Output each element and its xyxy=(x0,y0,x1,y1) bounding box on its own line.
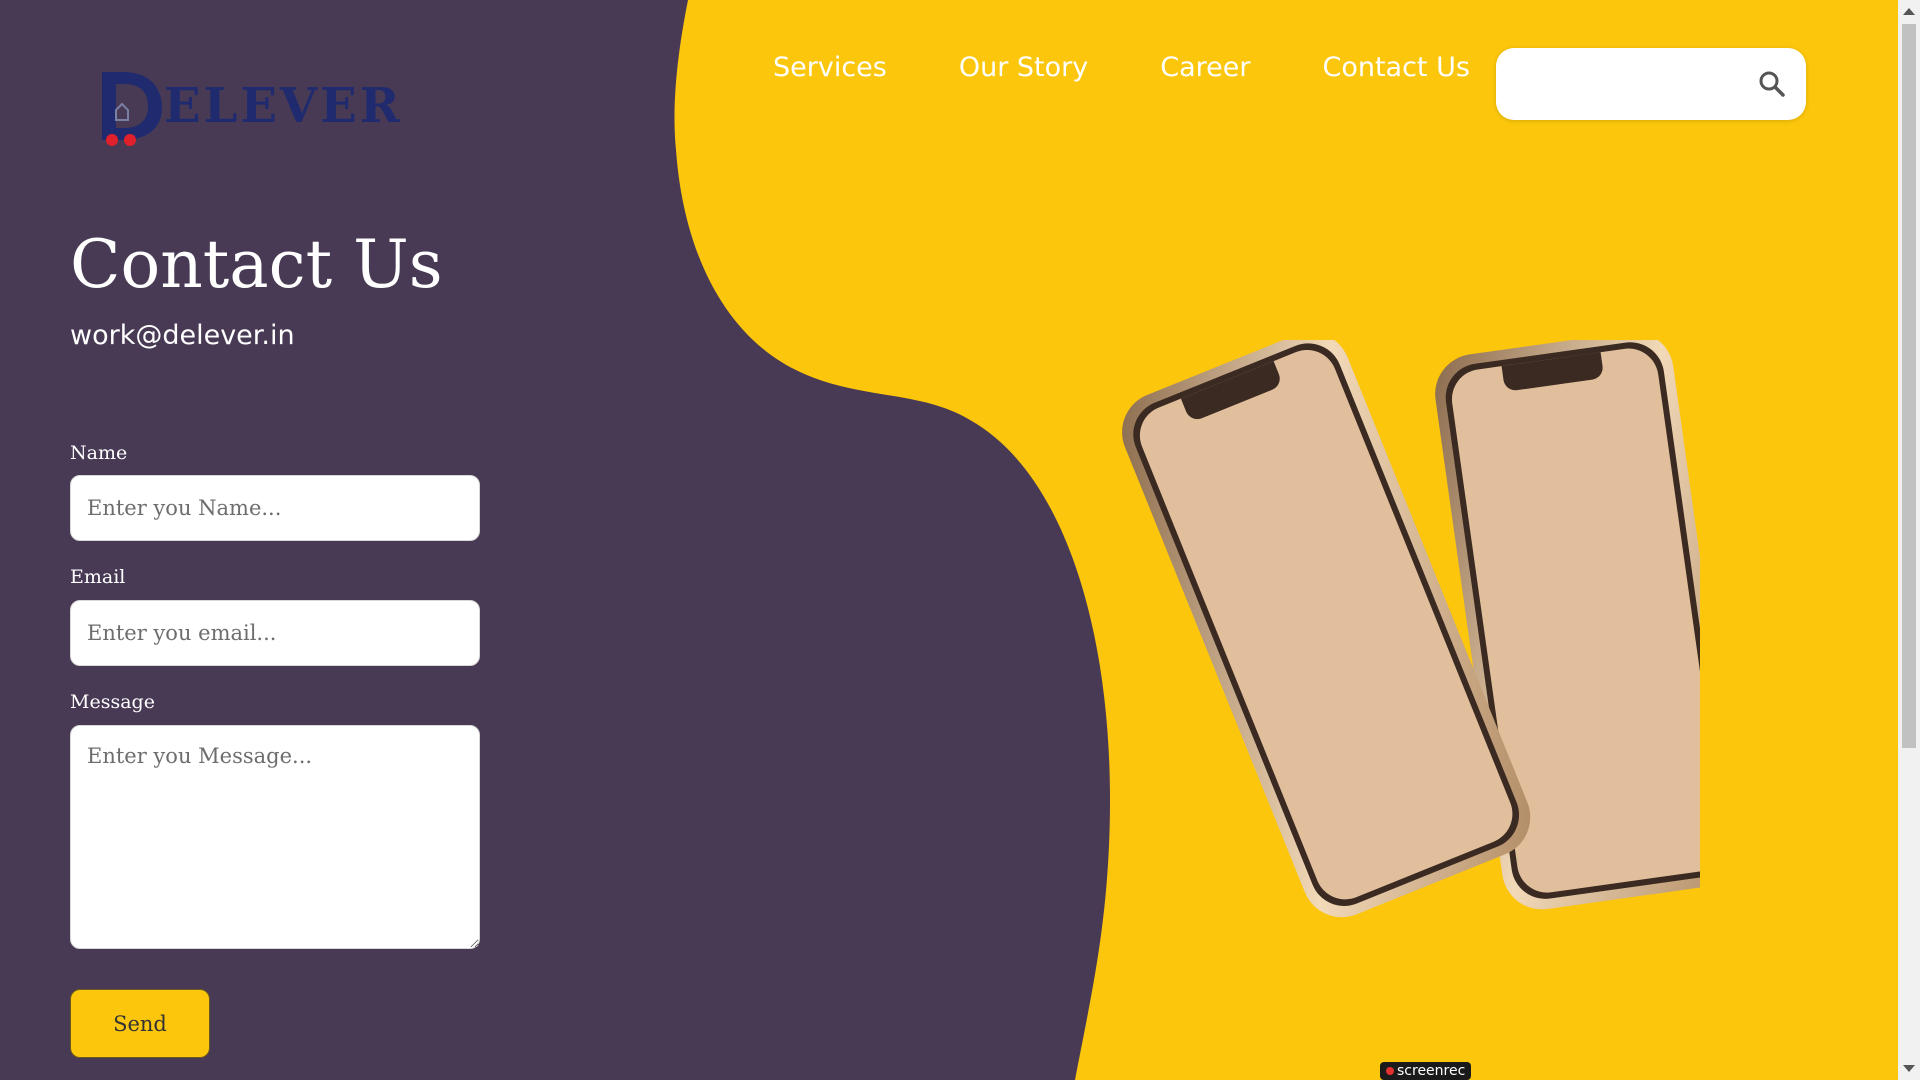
scroll-down-icon[interactable] xyxy=(1903,1065,1915,1072)
nav-our-story[interactable]: Our Story xyxy=(959,52,1088,83)
search-icon[interactable] xyxy=(1758,70,1786,98)
nav-services[interactable]: Services xyxy=(773,52,887,83)
search-input[interactable] xyxy=(1516,66,1740,104)
scrollbar-thumb[interactable] xyxy=(1902,24,1916,748)
message-label: Message xyxy=(70,691,155,713)
send-button[interactable]: Send xyxy=(70,989,210,1058)
logo-mark-icon xyxy=(102,72,162,146)
screenrec-watermark: screenrec xyxy=(1380,1062,1472,1080)
message-textarea[interactable] xyxy=(70,725,480,949)
name-input[interactable] xyxy=(70,475,480,541)
contact-email: work@delever.in xyxy=(70,320,295,351)
logo-text: ELEVER xyxy=(164,78,403,134)
delever-logo[interactable]: ELEVER xyxy=(98,68,400,148)
contact-page: ELEVER Services Our Story Career Contact… xyxy=(0,0,1920,1080)
vertical-scrollbar[interactable] xyxy=(1898,0,1920,1080)
main-nav: Services Our Story Career Contact Us xyxy=(773,52,1470,83)
email-input[interactable] xyxy=(70,600,480,666)
nav-contact-us[interactable]: Contact Us xyxy=(1322,52,1469,83)
search-box xyxy=(1496,48,1806,120)
nav-career[interactable]: Career xyxy=(1160,52,1250,83)
name-label: Name xyxy=(70,442,128,464)
email-label: Email xyxy=(70,566,126,588)
scroll-up-icon[interactable] xyxy=(1903,8,1915,15)
record-dot-icon xyxy=(1386,1067,1394,1075)
phones-illustration xyxy=(1122,340,1700,918)
page-title: Contact Us xyxy=(70,226,443,303)
